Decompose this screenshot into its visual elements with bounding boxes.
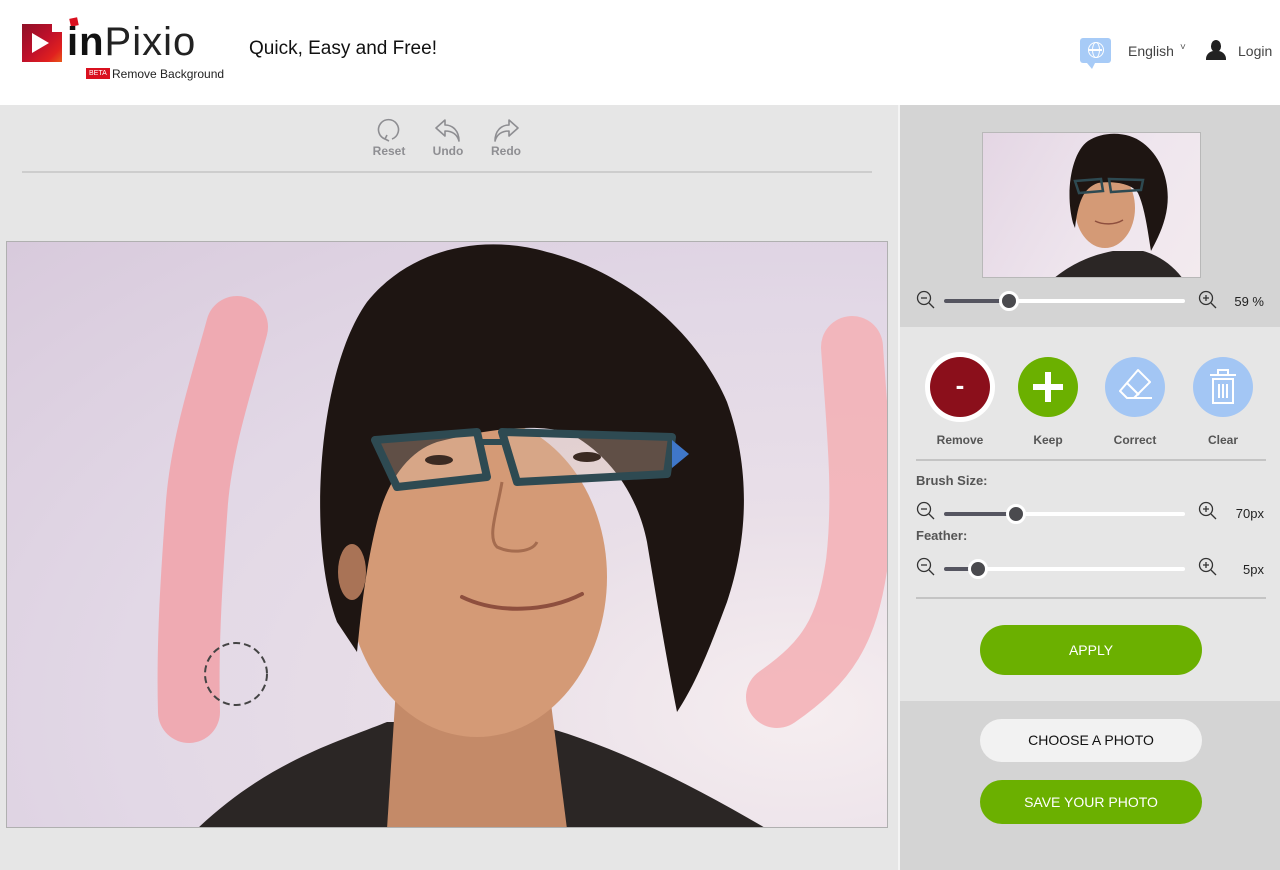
remove-stroke-left <box>157 296 268 743</box>
reset-label: Reset <box>372 144 406 158</box>
globe-chat-icon[interactable] <box>1080 38 1111 69</box>
redo-icon <box>494 119 519 142</box>
zoom-slider-handle[interactable] <box>999 291 1020 311</box>
undo-icon <box>435 119 460 142</box>
preview-image <box>1055 133 1182 277</box>
photo-canvas[interactable] <box>6 241 888 828</box>
zoom-in-icon[interactable] <box>1198 290 1218 310</box>
brand-light: Pixio <box>104 20 197 64</box>
history-toolbar: Reset Undo Redo <box>0 105 898 173</box>
preview-zoom-row: 59 % <box>900 287 1280 317</box>
ear-left <box>338 544 366 600</box>
preview-section: 59 % <box>900 105 1280 327</box>
file-actions: CHOOSE A PHOTO SAVE YOUR PHOTO <box>900 701 1280 870</box>
feather-increase-icon[interactable] <box>1198 557 1218 577</box>
correct-label: Correct <box>1113 433 1157 447</box>
feather-handle[interactable] <box>967 559 988 579</box>
brush-size-handle[interactable] <box>1006 504 1027 524</box>
brush-size-increase-icon[interactable] <box>1198 501 1218 521</box>
feather-decrease-icon[interactable] <box>916 557 936 577</box>
save-photo-button[interactable]: SAVE YOUR PHOTO <box>980 780 1202 824</box>
redo-label: Redo <box>491 144 521 158</box>
minus-icon: - <box>955 370 965 400</box>
eye-left <box>425 455 453 465</box>
brush-size-slider[interactable] <box>944 504 1185 524</box>
clear-label: Clear <box>1207 433 1239 447</box>
reset-button[interactable]: Reset <box>364 117 414 158</box>
user-icon[interactable] <box>1206 40 1226 62</box>
preview-zoom-slider[interactable] <box>944 291 1185 311</box>
redo-button[interactable]: Redo <box>481 117 531 158</box>
brand-bold: in <box>67 20 105 64</box>
reset-icon <box>377 118 400 142</box>
brand-name: inPixio <box>67 20 196 64</box>
brush-size-decrease-icon[interactable] <box>916 501 936 521</box>
choose-photo-button[interactable]: CHOOSE A PHOTO <box>980 719 1202 762</box>
language-selector[interactable]: English <box>1128 43 1174 59</box>
undo-button[interactable]: Undo <box>423 117 473 158</box>
tagline: Quick, Easy and Free! <box>249 38 437 59</box>
feather-label: Feather: <box>916 528 968 543</box>
photo-image <box>157 244 887 827</box>
tool-panel: 59 % - Remove Keep Correct Clear Brush S… <box>900 105 1280 870</box>
plus-icon <box>1033 372 1063 402</box>
eraser-icon <box>1119 369 1152 399</box>
keep-label: Keep <box>1033 433 1063 447</box>
eye-right <box>573 452 601 462</box>
remove-button[interactable]: - <box>930 357 990 417</box>
feather-value: 5px <box>1243 562 1264 577</box>
remove-stroke-right <box>746 316 887 728</box>
header: inPixio BETA Remove Background Quick, Ea… <box>0 0 1280 105</box>
login-link[interactable]: Login <box>1238 43 1272 59</box>
brush-size-value: 70px <box>1235 506 1264 521</box>
section-divider <box>916 459 1266 461</box>
editor-workarea: Reset Undo Redo <box>0 105 898 870</box>
beta-badge: BETA <box>86 68 110 79</box>
undo-label: Undo <box>432 144 464 158</box>
remove-label: Remove <box>936 433 984 447</box>
preview-thumbnail[interactable] <box>982 132 1201 278</box>
toolbar-divider <box>22 171 872 173</box>
brand-subtitle: Remove Background <box>112 67 225 81</box>
clear-button[interactable] <box>1193 357 1253 417</box>
glasses <box>371 428 689 491</box>
zoom-out-icon[interactable] <box>916 290 936 310</box>
keep-button[interactable] <box>1018 357 1078 417</box>
play-logo-icon <box>22 24 62 62</box>
brush-mode-tools: - Remove Keep Correct Clear <box>900 357 1280 457</box>
inpixio-logo[interactable]: inPixio BETA Remove Background <box>22 17 225 88</box>
chevron-down-icon[interactable]: ˅ <box>1180 42 1186 53</box>
section-divider <box>916 597 1266 599</box>
brush-size-label: Brush Size: <box>916 473 988 488</box>
feather-slider[interactable] <box>944 559 1185 579</box>
apply-button[interactable]: APPLY <box>980 625 1202 675</box>
zoom-value: 59 % <box>1234 294 1264 309</box>
correct-button[interactable] <box>1105 357 1165 417</box>
brush-section: - Remove Keep Correct Clear Brush Size: … <box>900 327 1280 701</box>
trash-icon <box>1210 369 1236 404</box>
